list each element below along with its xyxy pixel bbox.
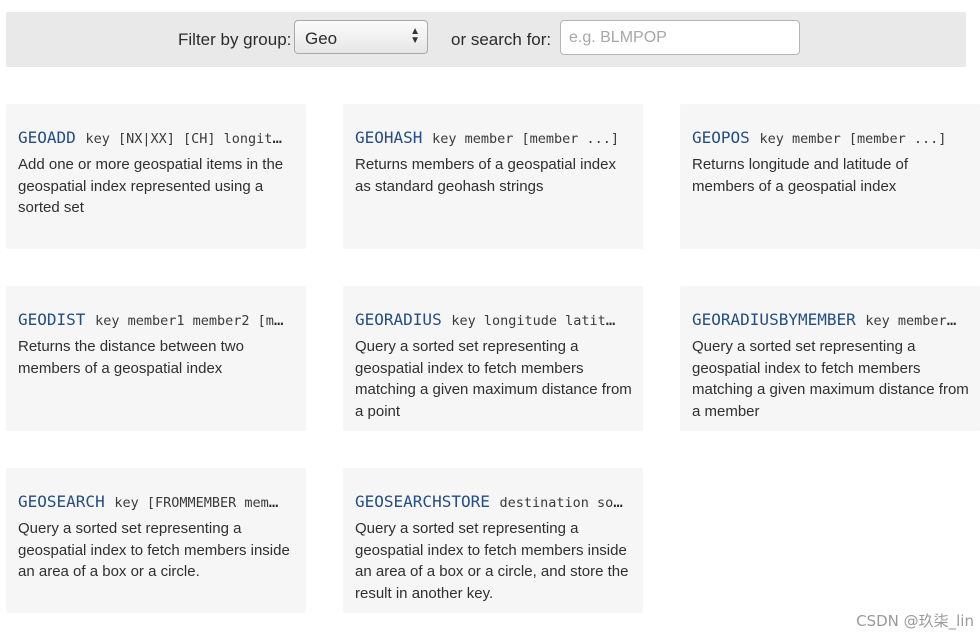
command-name-link[interactable]: GEOADD (18, 128, 76, 147)
command-name-link[interactable]: GEOSEARCH (18, 492, 105, 511)
command-description: Returns longitude and latitude of member… (692, 156, 908, 195)
command-name-link[interactable]: GEOHASH (355, 128, 422, 147)
command-args: key member radius (865, 313, 960, 329)
command-description: Query a sorted set representing a geospa… (355, 338, 632, 420)
command-name-link[interactable]: GEORADIUS (355, 310, 442, 329)
command-signature: GEOSEARCH key [FROMMEMBER member] (18, 492, 286, 513)
command-args: key longitude latitude radius (451, 313, 623, 329)
command-description: Add one or more geospatial items in the … (18, 156, 284, 216)
select-arrows-icon: ▲ ▼ (410, 26, 420, 46)
command-description: Query a sorted set representing a geospa… (18, 520, 290, 580)
watermark: CSDN @玖柒_lin (856, 612, 974, 630)
command-card-georadiusbymember[interactable]: GEORADIUSBYMEMBER key member radius Quer… (680, 286, 980, 431)
command-signature: GEODIST key member1 member2 [m|km|ft|mi] (18, 310, 286, 331)
command-args: key member [member ...] (432, 131, 620, 147)
filter-by-group-label: Filter by group: (178, 30, 292, 49)
group-select-value: Geo (305, 29, 338, 48)
command-card-geoadd[interactable]: GEOADD key [NX|XX] [CH] longitude latitu… (6, 104, 306, 249)
command-signature: GEORADIUS key longitude latitude radius (355, 310, 623, 331)
filter-bar: Filter by group: Geo ▲ ▼ or search for: (6, 12, 966, 67)
command-args: destination source (499, 495, 624, 511)
command-card-geodist[interactable]: GEODIST key member1 member2 [m|km|ft|mi]… (6, 286, 306, 431)
command-description: Returns the distance between two members… (18, 338, 244, 377)
command-args: key member [member ...] (759, 131, 947, 147)
search-input[interactable] (560, 20, 800, 55)
group-select[interactable]: Geo ▲ ▼ (294, 20, 428, 54)
command-card-geosearchstore[interactable]: GEOSEARCHSTORE destination source Query … (343, 468, 643, 613)
command-signature: GEOSEARCHSTORE destination source (355, 492, 623, 513)
command-args: key member1 member2 [m|km|ft|mi] (95, 313, 286, 329)
command-signature: GEOADD key [NX|XX] [CH] longitude latitu… (18, 128, 286, 149)
command-description: Returns members of a geospatial index as… (355, 156, 616, 195)
command-description: Query a sorted set representing a geospa… (692, 338, 969, 420)
command-name-link[interactable]: GEODIST (18, 310, 85, 329)
search-label: or search for: (451, 30, 552, 49)
command-signature: GEORADIUSBYMEMBER key member radius (692, 310, 960, 331)
command-card-geopos[interactable]: GEOPOS key member [member ...] Returns l… (680, 104, 980, 249)
command-name-link[interactable]: GEOSEARCHSTORE (355, 492, 490, 511)
command-name-link[interactable]: GEORADIUSBYMEMBER (692, 310, 856, 329)
command-signature: GEOHASH key member [member ...] (355, 128, 623, 149)
command-signature: GEOPOS key member [member ...] (692, 128, 960, 149)
command-args: key [FROMMEMBER member] (114, 495, 286, 511)
command-card-geohash[interactable]: GEOHASH key member [member ...] Returns … (343, 104, 643, 249)
command-name-link[interactable]: GEOPOS (692, 128, 750, 147)
command-card-georadius[interactable]: GEORADIUS key longitude latitude radius … (343, 286, 643, 431)
command-args: key [NX|XX] [CH] longitude latitude memb… (85, 131, 286, 147)
command-description: Query a sorted set representing a geospa… (355, 520, 629, 602)
command-card-geosearch[interactable]: GEOSEARCH key [FROMMEMBER member] Query … (6, 468, 306, 613)
